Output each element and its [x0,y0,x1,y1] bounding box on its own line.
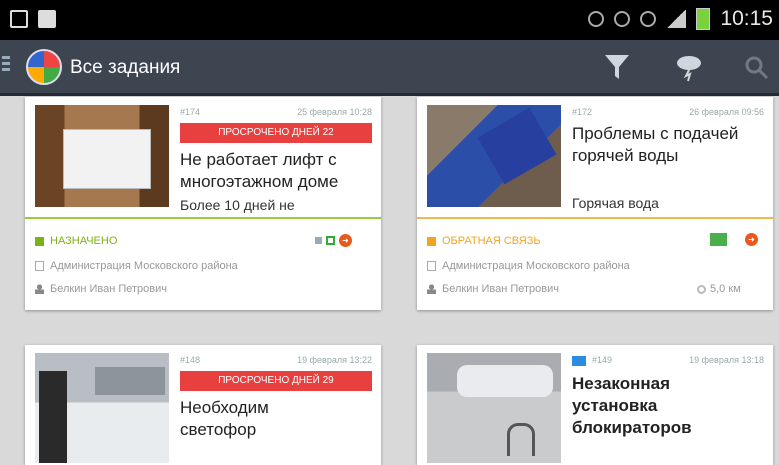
status-divider [417,217,773,219]
task-date: 19 февраля 13:22 [297,355,372,365]
organization-icon [35,261,44,271]
task-card[interactable]: #148 19 февраля 13:22 ПРОСРОЧЕНО ДНЕЙ 29… [25,345,381,465]
task-card[interactable]: #149 19 февраля 13:18 Незаконная установ… [417,345,773,465]
task-title: Проблемы с подачей горячей воды [572,124,739,165]
status-time: 10:15 [720,7,773,30]
app-logo[interactable] [26,49,62,85]
drawer-indicator-icon[interactable] [2,56,10,74]
status-label: ОБРАТНАЯ СВЯЗЬ [442,235,541,247]
vibrate-icon [588,11,605,27]
overdue-badge: ПРОСРОЧЕНО ДНЕЙ 22 [180,123,372,143]
wifi-icon [640,11,657,27]
priority-icon [315,237,322,244]
location-icon [697,284,706,294]
message-icon [710,233,727,246]
person-icon [35,284,44,294]
task-notification-icon [38,10,56,28]
task-date: 26 февраля 09:56 [689,107,764,117]
task-photo [35,105,169,207]
distance-value: 5,0 км [710,283,741,295]
person-icon [427,284,436,294]
status-square-icon [427,236,436,246]
mail-icon [572,355,586,366]
status-label: НАЗНАЧЕНО [50,235,118,247]
task-date: 19 февраля 13:18 [689,355,764,365]
forward-icon[interactable]: ➜ [745,233,758,246]
status-square-icon [35,236,44,246]
organization-name: Администрация Московского района [442,260,630,272]
search-icon[interactable] [744,55,770,81]
checkbox-icon [326,236,335,245]
assignee-name: Белкин Иван Петрович [442,283,560,295]
task-status: НАЗНАЧЕНО [35,235,117,247]
filter-icon[interactable] [604,53,630,81]
screen-title: Все задания [70,57,181,78]
action-bar: Все задания [0,40,779,96]
task-number: #174 [180,107,201,117]
gallery-notification-icon [10,10,28,28]
task-title: Необходим светофор [180,398,269,439]
task-date: 25 февраля 10:28 [297,107,372,117]
task-photo [427,105,561,207]
assignee-name: Белкин Иван Петрович [50,283,168,295]
weather-icon[interactable] [674,52,704,82]
alarm-icon [614,11,631,27]
task-title: Незаконная установка блокираторов [572,374,692,437]
task-status: ОБРАТНАЯ СВЯЗЬ [427,235,541,247]
task-number: #172 [572,107,593,117]
task-card[interactable]: #174 25 февраля 10:28 ПРОСРОЧЕНО ДНЕЙ 22… [25,97,381,310]
task-card[interactable]: #172 26 февраля 09:56 Проблемы с подачей… [417,97,773,310]
organization-icon [427,261,436,271]
task-photo [35,353,169,463]
status-bar: 10:15 [0,0,779,40]
signal-icon [666,10,687,28]
task-subtitle: Горячая вода [572,195,659,211]
status-divider [25,217,381,219]
task-subtitle: Более 10 дней не [180,197,295,213]
battery-icon [696,8,711,30]
overdue-badge: ПРОСРОЧЕНО ДНЕЙ 29 [180,371,372,391]
organization-name: Администрация Московского района [50,260,238,272]
distance: 5,0 км [697,283,741,295]
forward-icon[interactable]: ➜ [339,234,352,247]
task-photo [427,353,561,463]
task-number: #148 [180,355,201,365]
task-number: #149 [592,355,613,365]
task-title: Не работает лифт с многоэтажном доме [180,150,339,191]
